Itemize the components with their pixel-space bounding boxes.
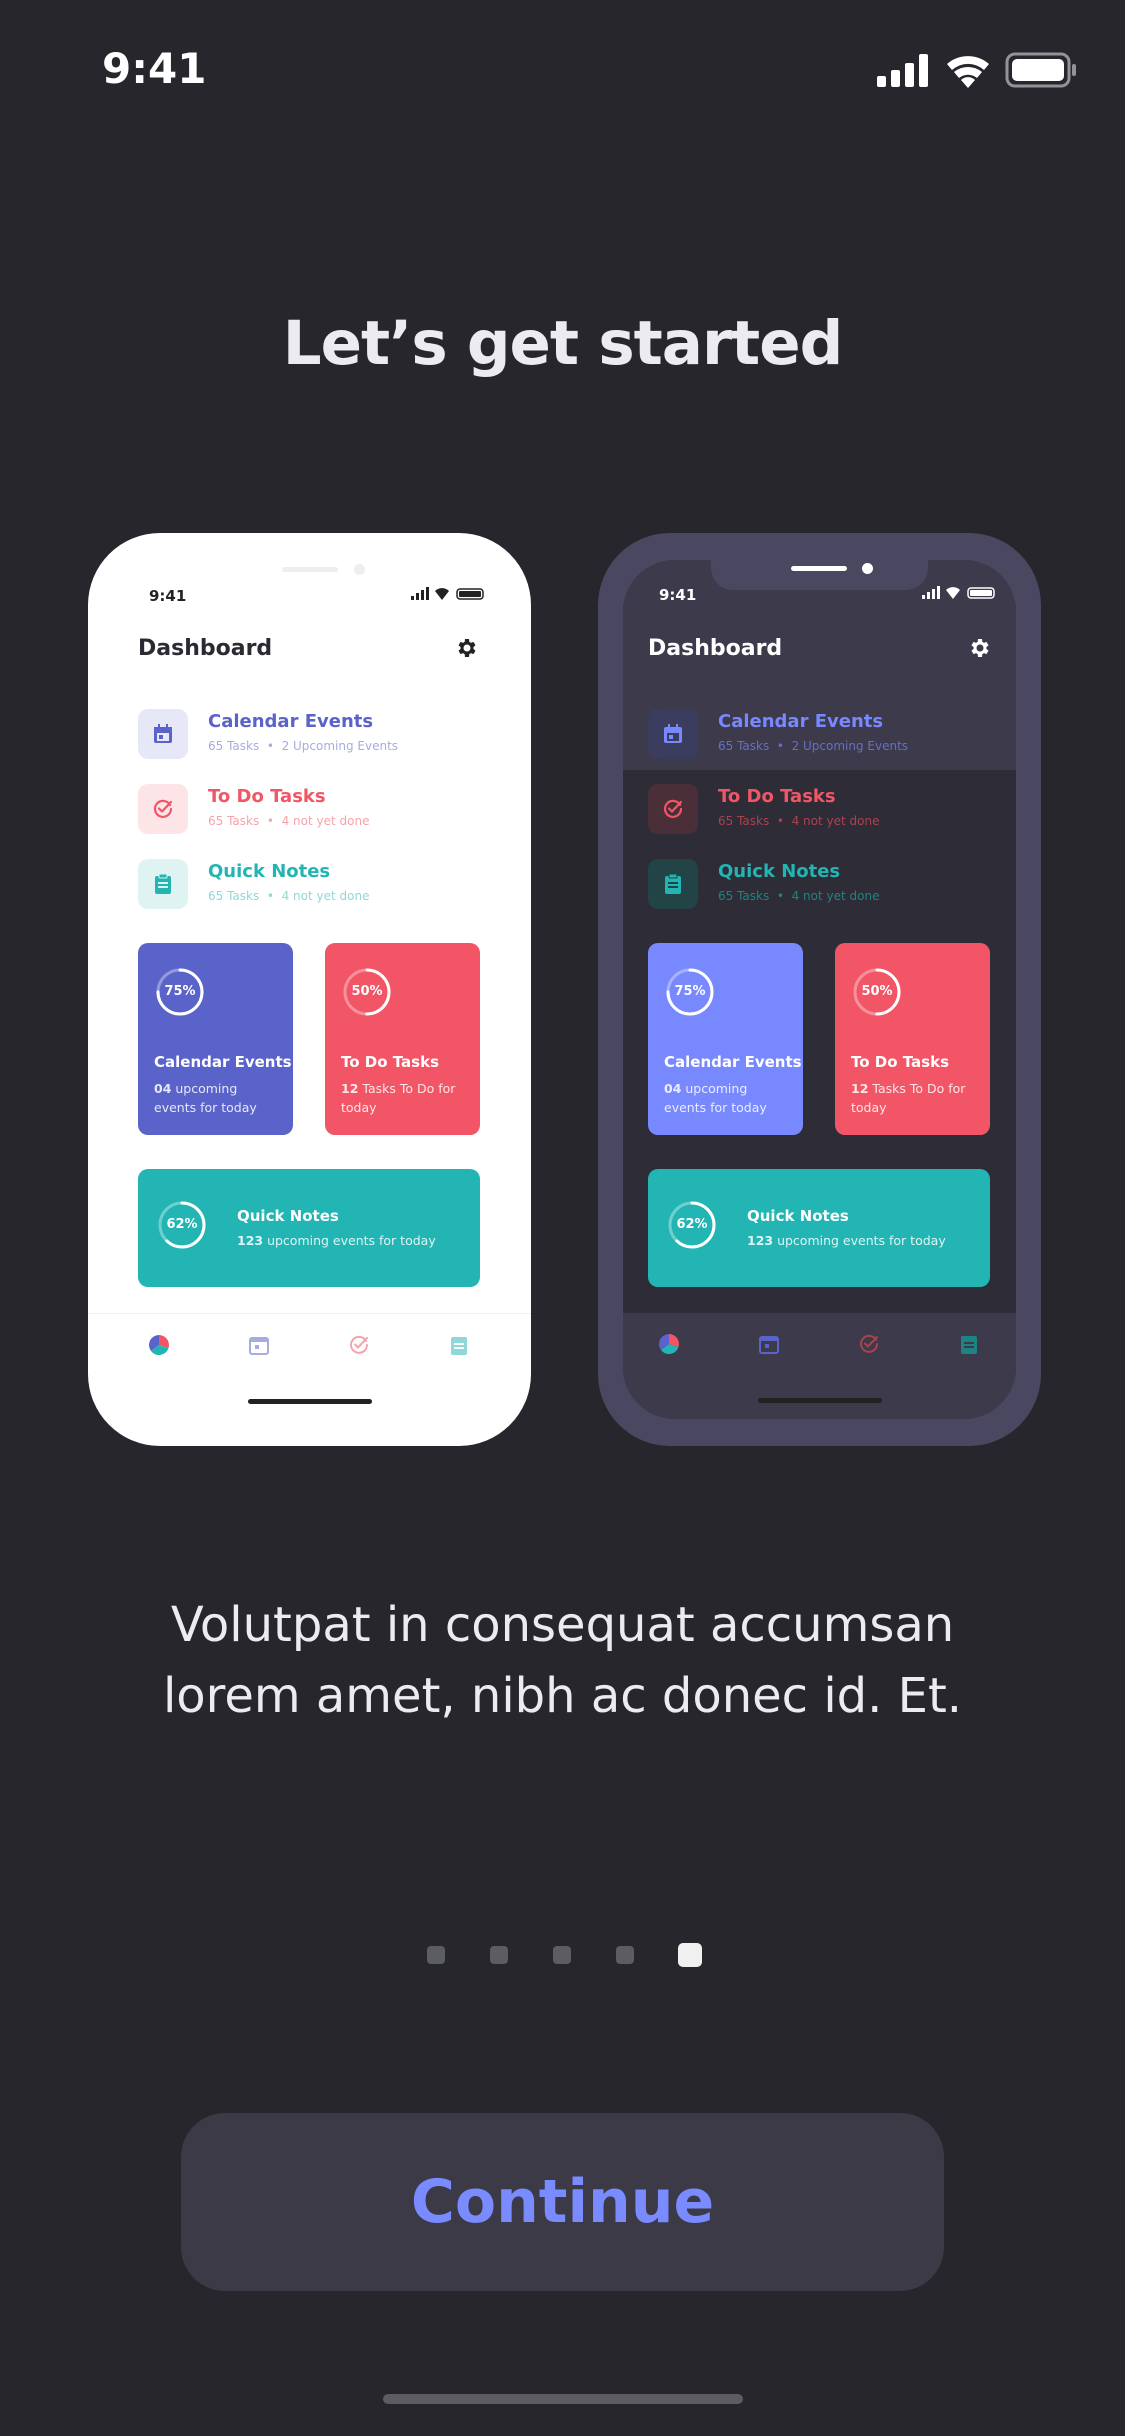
tab-todo-icon[interactable] — [348, 1334, 370, 1356]
card-subtitle: 123 upcoming events for today — [747, 1233, 946, 1248]
tab-home-icon[interactable] — [658, 1333, 680, 1355]
home-indicator — [247, 1399, 372, 1404]
card-title: Calendar Events — [664, 1053, 802, 1071]
card-calendar[interactable]: 75% Calendar Events 04 upcoming events f… — [138, 943, 293, 1135]
home-indicator — [757, 1398, 882, 1403]
phone-status-icons — [411, 587, 484, 600]
card-title: Calendar Events — [154, 1053, 292, 1071]
row-subtitle: 65 Tasks • 4 not yet done — [718, 814, 880, 828]
row-title: Quick Notes — [208, 861, 331, 882]
card-subtitle: 12 Tasks To Do for today — [851, 1081, 966, 1115]
page-title: Let’s get started — [282, 308, 843, 379]
calendar-icon — [648, 709, 698, 759]
clipboard-icon — [648, 859, 698, 909]
gear-icon[interactable] — [967, 636, 991, 660]
phone-status-icons — [922, 586, 995, 599]
page-dot[interactable] — [553, 1946, 571, 1964]
phone-time: 9:41 — [659, 586, 697, 604]
pagination-dots — [427, 1943, 707, 1968]
page-dot[interactable] — [616, 1946, 634, 1964]
tab-home-icon[interactable] — [148, 1334, 170, 1356]
row-subtitle: 65 Tasks • 4 not yet done — [208, 814, 370, 828]
page-dot-active[interactable] — [678, 1943, 702, 1967]
tab-notes-icon[interactable] — [448, 1334, 470, 1356]
progress-percent: 75% — [164, 984, 196, 999]
progress-percent: 62% — [166, 1217, 198, 1232]
tab-calendar-icon[interactable] — [248, 1334, 270, 1356]
tab-bar — [623, 1313, 1016, 1419]
row-subtitle: 65 Tasks • 2 Upcoming Events — [208, 739, 399, 753]
card-title: Quick Notes — [747, 1207, 849, 1225]
tab-todo-icon[interactable] — [858, 1333, 880, 1355]
row-subtitle: 65 Tasks • 2 Upcoming Events — [718, 739, 909, 753]
calendar-icon — [138, 709, 188, 759]
status-bar-time: 9:41 — [102, 44, 207, 93]
home-indicator — [383, 2394, 743, 2404]
card-calendar[interactable]: 75% Calendar Events 04 upcoming events f… — [648, 943, 803, 1135]
card-subtitle: 04 upcoming events for today — [154, 1081, 257, 1115]
card-title: Quick Notes — [237, 1207, 339, 1225]
speaker-slot — [791, 566, 847, 571]
camera-dot — [862, 563, 873, 574]
battery-icon — [1005, 52, 1076, 88]
tab-bar — [88, 1313, 531, 1409]
card-subtitle: 123 upcoming events for today — [237, 1233, 436, 1248]
check-circle-icon — [648, 784, 698, 834]
card-todo[interactable]: 50% To Do Tasks 12 Tasks To Do for today — [835, 943, 990, 1135]
card-title: To Do Tasks — [341, 1053, 439, 1071]
card-subtitle: 12 Tasks To Do for today — [341, 1081, 456, 1115]
phone-time: 9:41 — [149, 587, 187, 605]
status-bar-icons — [877, 52, 1076, 88]
progress-percent: 50% — [351, 984, 383, 999]
wifi-icon — [947, 56, 989, 88]
clipboard-icon — [138, 859, 188, 909]
row-title: To Do Tasks — [718, 786, 836, 807]
phone-screen: 9:41 Dashboard Calendar Events 65 Tasks … — [88, 533, 531, 1446]
row-title: Calendar Events — [208, 711, 374, 732]
card-title: To Do Tasks — [851, 1053, 949, 1071]
phone-mockup-light: 9:41 Dashboard Calendar Events 65 Tasks … — [88, 533, 531, 1446]
row-subtitle: 65 Tasks • 4 not yet done — [718, 889, 880, 903]
gear-icon[interactable] — [454, 636, 478, 660]
progress-percent: 62% — [676, 1217, 708, 1232]
card-notes[interactable]: 62% Quick Notes 123 upcoming events for … — [648, 1169, 990, 1287]
progress-percent: 75% — [674, 984, 706, 999]
dashboard-title: Dashboard — [648, 636, 783, 661]
cellular-signal-icon — [877, 54, 928, 87]
page-dot[interactable] — [427, 1946, 445, 1964]
continue-button[interactable]: Continue — [181, 2113, 944, 2291]
phone-notch — [711, 560, 928, 590]
card-subtitle: 04 upcoming events for today — [664, 1081, 767, 1115]
dashboard-title: Dashboard — [138, 636, 273, 661]
row-title: Calendar Events — [718, 711, 884, 732]
card-notes[interactable]: 62% Quick Notes 123 upcoming events for … — [138, 1169, 480, 1287]
tab-calendar-icon[interactable] — [758, 1333, 780, 1355]
check-circle-icon — [138, 784, 188, 834]
page-dot[interactable] — [490, 1946, 508, 1964]
onboarding-description: Volutpat in consequat accumsan lorem ame… — [162, 1597, 963, 1724]
speaker-slot — [282, 567, 338, 572]
camera-dot — [354, 564, 365, 575]
phone-screen: 9:41 Dashboard Calendar Events 65 Tasks … — [623, 560, 1016, 1419]
row-title: To Do Tasks — [208, 786, 326, 807]
row-title: Quick Notes — [718, 861, 841, 882]
card-todo[interactable]: 50% To Do Tasks 12 Tasks To Do for today — [325, 943, 480, 1135]
tab-notes-icon[interactable] — [958, 1333, 980, 1355]
progress-percent: 50% — [861, 984, 893, 999]
phone-mockup-dark: 9:41 Dashboard Calendar Events 65 Tasks … — [598, 533, 1041, 1446]
row-subtitle: 65 Tasks • 4 not yet done — [208, 889, 370, 903]
